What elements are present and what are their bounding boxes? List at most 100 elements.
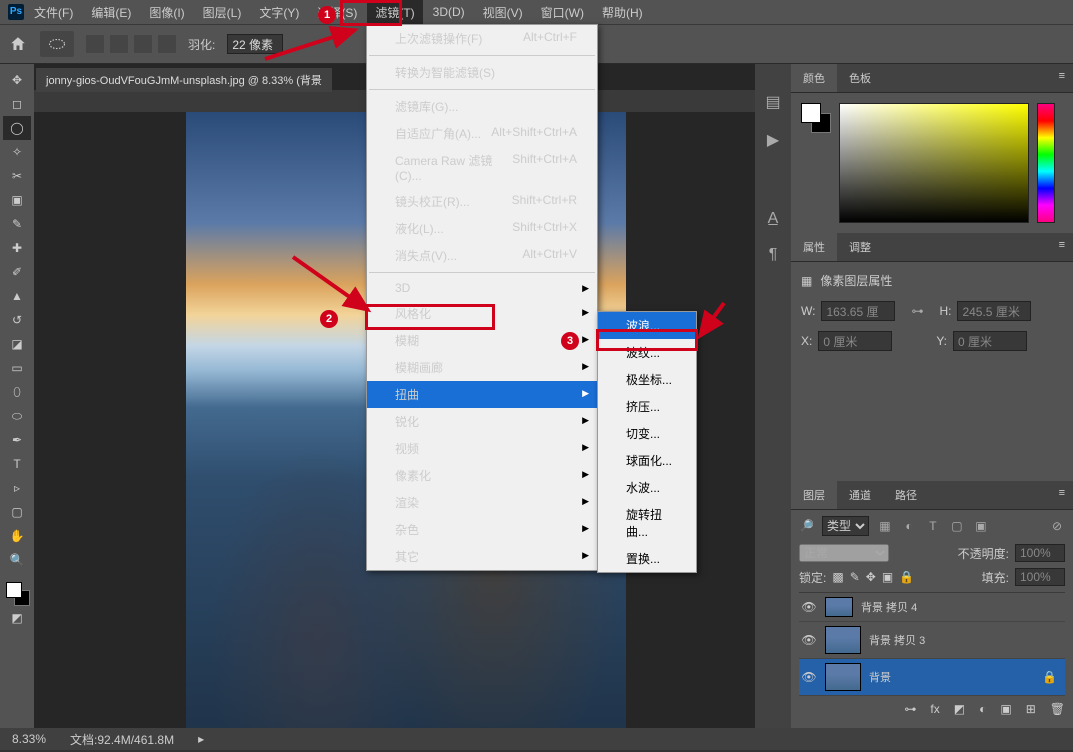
history-brush-tool-icon[interactable]: ↺ — [3, 308, 31, 332]
paragraph-panel-icon[interactable]: ¶ — [769, 246, 778, 264]
path-tool-icon[interactable]: ▹ — [3, 476, 31, 500]
filter-menu-item[interactable]: 杂色 — [367, 516, 597, 543]
eraser-tool-icon[interactable]: ◪ — [3, 332, 31, 356]
foreground-background-colors[interactable] — [4, 580, 30, 606]
filter-menu-item[interactable]: 液化(L)...Shift+Ctrl+X — [367, 215, 597, 242]
distort-menu-item[interactable]: 球面化... — [598, 447, 696, 474]
dodge-tool-icon[interactable]: ⬭ — [3, 404, 31, 428]
distort-menu-item[interactable]: 极坐标... — [598, 366, 696, 393]
panel-menu-icon[interactable]: ≡ — [1051, 233, 1073, 261]
filter-menu-item[interactable]: 风格化 — [367, 300, 597, 327]
menu-window[interactable]: 窗口(W) — [533, 0, 592, 25]
move-tool-icon[interactable]: ✥ — [3, 68, 31, 92]
eyedropper-tool-icon[interactable]: ✎ — [3, 212, 31, 236]
filter-menu-item[interactable]: 模糊画廊 — [367, 354, 597, 381]
filter-menu-item[interactable]: 扭曲 — [367, 381, 597, 408]
stamp-tool-icon[interactable]: ▲ — [3, 284, 31, 308]
lock-paint-icon[interactable]: ✎ — [850, 570, 860, 584]
hue-slider[interactable] — [1037, 103, 1055, 223]
menu-filter[interactable]: 滤镜(T) — [367, 0, 422, 25]
blur-tool-icon[interactable]: ⬯ — [3, 380, 31, 404]
filter-menu-item[interactable]: 消失点(V)...Alt+Ctrl+V — [367, 242, 597, 269]
filter-text-icon[interactable]: T — [925, 519, 941, 533]
pen-tool-icon[interactable]: ✒ — [3, 428, 31, 452]
layer-row[interactable]: 👁 背景 拷贝 3 — [799, 622, 1065, 659]
hand-tool-icon[interactable]: ✋ — [3, 524, 31, 548]
distort-menu-item[interactable]: 置换... — [598, 545, 696, 572]
tab-adjustments[interactable]: 调整 — [837, 233, 883, 261]
menu-layer[interactable]: 图层(L) — [195, 0, 250, 25]
character-panel-icon[interactable]: A̲ — [768, 210, 779, 228]
text-tool-icon[interactable]: T — [3, 452, 31, 476]
filter-menu-item[interactable]: 镜头校正(R)...Shift+Ctrl+R — [367, 188, 597, 215]
filter-menu-item[interactable]: 锐化 — [367, 408, 597, 435]
distort-menu-item[interactable]: 切变... — [598, 420, 696, 447]
crop-tool-icon[interactable]: ✂ — [3, 164, 31, 188]
mask-icon[interactable]: ◩ — [954, 702, 965, 716]
tab-color[interactable]: 颜色 — [791, 64, 837, 92]
lasso-tool-icon[interactable]: ◯ — [3, 116, 31, 140]
home-icon[interactable] — [8, 34, 28, 54]
marquee-tool-icon[interactable]: ◻ — [3, 92, 31, 116]
filter-shape-icon[interactable]: ▢ — [949, 519, 965, 533]
heal-tool-icon[interactable]: ✚ — [3, 236, 31, 260]
filter-smart-icon[interactable]: ▣ — [973, 519, 989, 533]
layer-row[interactable]: 👁 背景 拷贝 4 — [799, 593, 1065, 622]
filter-menu-item[interactable]: 上次滤镜操作(F)Alt+Ctrl+F — [367, 25, 597, 52]
frame-tool-icon[interactable]: ▣ — [3, 188, 31, 212]
shape-tool-icon[interactable]: ▢ — [3, 500, 31, 524]
selection-subtract-icon[interactable] — [134, 35, 152, 53]
wand-tool-icon[interactable]: ✧ — [3, 140, 31, 164]
filter-menu-item[interactable]: 滤镜库(G)... — [367, 93, 597, 120]
tab-properties[interactable]: 属性 — [791, 233, 837, 261]
menu-type[interactable]: 文字(Y) — [251, 0, 307, 25]
lock-all-icon[interactable]: 🔒 — [899, 570, 914, 584]
fx-icon[interactable]: fx — [930, 702, 939, 716]
menu-edit[interactable]: 编辑(E) — [83, 0, 139, 25]
filter-menu-item[interactable]: 3D — [367, 276, 597, 300]
search-icon[interactable]: 🔎 — [799, 519, 814, 533]
new-layer-icon[interactable]: ⊞ — [1026, 702, 1036, 716]
filter-menu-item[interactable]: 其它 — [367, 543, 597, 570]
zoom-value[interactable]: 8.33% — [12, 732, 46, 746]
actions-panel-icon[interactable]: ▶ — [767, 130, 779, 150]
gradient-tool-icon[interactable]: ▭ — [3, 356, 31, 380]
zoom-tool-icon[interactable]: 🔍 — [3, 548, 31, 572]
trash-icon[interactable]: 🗑 — [1050, 702, 1065, 716]
tab-paths[interactable]: 路径 — [883, 481, 929, 509]
selection-add-icon[interactable] — [110, 35, 128, 53]
distort-menu-item[interactable]: 挤压... — [598, 393, 696, 420]
filter-adjust-icon[interactable]: ◐ — [901, 519, 917, 533]
distort-menu-item[interactable]: 波浪... — [598, 312, 696, 339]
menu-3d[interactable]: 3D(D) — [425, 1, 473, 23]
menu-image[interactable]: 图像(I) — [141, 0, 192, 25]
menu-view[interactable]: 视图(V) — [475, 0, 531, 25]
filter-menu-item[interactable]: 像素化 — [367, 462, 597, 489]
filter-menu-item[interactable]: 转换为智能滤镜(S) — [367, 59, 597, 86]
visibility-icon[interactable]: 👁 — [801, 600, 817, 614]
menu-file[interactable]: 文件(F) — [26, 0, 81, 25]
filter-toggle-icon[interactable]: ⊘ — [1049, 519, 1065, 533]
distort-menu-item[interactable]: 水波... — [598, 474, 696, 501]
w-input[interactable] — [821, 301, 895, 321]
h-input[interactable] — [957, 301, 1031, 321]
tab-layers[interactable]: 图层 — [791, 481, 837, 509]
opacity-input[interactable] — [1015, 544, 1065, 562]
link-icon[interactable]: ⊶ — [911, 304, 923, 318]
status-arrow-icon[interactable]: ▸ — [198, 732, 204, 746]
feather-input[interactable] — [227, 34, 283, 54]
visibility-icon[interactable]: 👁 — [801, 670, 817, 684]
visibility-icon[interactable]: 👁 — [801, 633, 817, 647]
link-layers-icon[interactable]: ⊶ — [904, 702, 916, 716]
panel-menu-icon[interactable]: ≡ — [1051, 64, 1073, 92]
fill-input[interactable] — [1015, 568, 1065, 586]
lock-artboard-icon[interactable]: ▣ — [882, 570, 893, 584]
menu-help[interactable]: 帮助(H) — [594, 0, 651, 25]
blend-mode-select[interactable]: 正常 — [799, 544, 889, 562]
document-tab[interactable]: jonny-gios-OudVFouGJmM-unsplash.jpg @ 8.… — [36, 68, 332, 92]
color-swatch-pair[interactable] — [801, 103, 831, 133]
y-input[interactable] — [953, 331, 1027, 351]
filter-menu-item[interactable]: 自适应广角(A)...Alt+Shift+Ctrl+A — [367, 120, 597, 147]
color-field[interactable] — [839, 103, 1029, 223]
lock-position-icon[interactable]: ✥ — [866, 570, 876, 584]
